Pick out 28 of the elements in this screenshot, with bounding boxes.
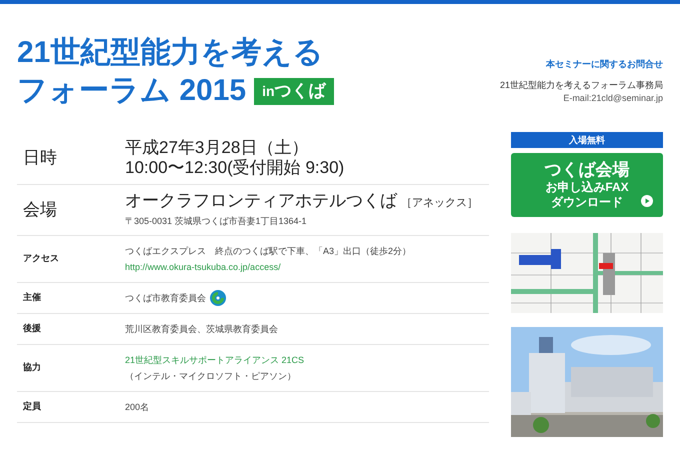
detail-link[interactable]: http://www.okura-tsukuba.co.jp/access/ <box>125 259 412 275</box>
detail-value: 平成27年3月28日（土） <box>125 138 308 158</box>
detail-value: オークラフロンティアホテルつくば <box>125 191 397 211</box>
detail-label: 定員 <box>22 400 42 414</box>
detail-text: 〒305-0031 茨城県つくば市吾妻1丁目1364-1 <box>125 215 307 228</box>
detail-label: 協力 <box>22 361 42 374</box>
location-badge: inつくば <box>254 78 334 104</box>
detail-value-suffix: ［アネックス］ <box>401 196 478 211</box>
free-admission-banner: 入場無料 <box>511 132 663 148</box>
page-title: フォーラム 2015 <box>17 73 246 109</box>
page-title: 21世紀型能力を考える <box>17 35 324 71</box>
detail-text: （インテル・マイクロソフト・ピアソン） <box>125 370 296 383</box>
contact-email: E-mail:21cld@seminar.jp <box>563 92 663 105</box>
detail-text: 荒川区教育委員会、茨城県教育委員会 <box>125 323 278 336</box>
detail-label: アクセス <box>22 252 60 266</box>
detail-link[interactable]: 21世紀型スキルサポートアライアンス 21CS <box>125 352 304 368</box>
detail-value: 10:00〜12:30(受付開始 9:30) <box>125 158 344 178</box>
detail-label: 会場 <box>22 199 58 222</box>
detail-label: 後援 <box>22 322 42 336</box>
fax-download-button[interactable]: つくば会場 お申し込みFAX ダウンロード <box>511 153 663 217</box>
detail-label: 主催 <box>22 291 42 304</box>
detail-label: 日時 <box>22 147 58 170</box>
play-icon <box>641 195 653 207</box>
detail-text: つくばエクスプレス 終点のつくば駅で下車、「A3」出口（徒歩2分） <box>125 245 412 258</box>
detail-text: つくば市教育委員会 <box>125 292 206 305</box>
contact-office: 21世紀型能力を考えるフォーラム事務局 <box>500 78 663 92</box>
contact-heading: 本セミナーに関するお問合せ <box>546 58 663 71</box>
detail-text: 200名 <box>125 401 150 414</box>
